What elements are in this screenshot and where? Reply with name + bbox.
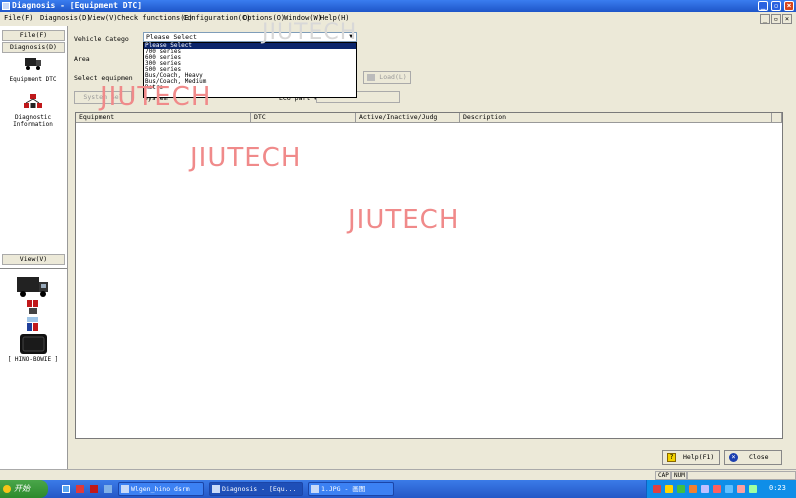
dtc-table[interactable]: Equipment DTC Active/Inactive/Judg Descr… [75, 112, 783, 439]
task-app-icon [311, 485, 319, 493]
diagnostic-information-label: Diagnostic Information [13, 114, 53, 128]
quicklaunch-app-icon[interactable] [76, 485, 84, 493]
tray-app-icon[interactable] [689, 485, 697, 493]
tray-display-icon[interactable] [725, 485, 733, 493]
maximize-icon[interactable]: ▫ [771, 1, 781, 11]
column-header-description[interactable]: Description [460, 113, 772, 123]
window-title-bar[interactable]: Diagnosis - [Equipment DTC] _ ▫ × [0, 0, 796, 12]
select-equipment-label: Select equipmen [74, 74, 133, 82]
menu-item-configuration[interactable]: Configuration(C) [183, 12, 250, 25]
vehicle-category-select[interactable]: Please Select ▼ [143, 32, 357, 42]
bottom-button-bar: ? Help(F1) × Close [70, 446, 784, 468]
task-label: Wlgen_hino dsrm [131, 485, 190, 493]
clock: 0:23 [769, 484, 786, 492]
tray-antivirus-icon[interactable] [713, 485, 721, 493]
status-empty [687, 471, 796, 480]
ecu-blue-icon[interactable] [27, 317, 39, 331]
tray-security-icon[interactable] [653, 485, 661, 493]
vehicle-category-value: Please Select [146, 33, 197, 41]
task-diagnosis[interactable]: Diagnosis - [Equ... [209, 482, 303, 496]
close-icon[interactable]: × [784, 1, 794, 11]
vehicle-category-label: Vehicle Catego [74, 35, 129, 43]
cancel-icon: × [729, 453, 738, 462]
module-icon[interactable] [20, 334, 47, 354]
load-button[interactable]: Load(L) [363, 71, 411, 84]
app-icon [2, 2, 10, 10]
help-button[interactable]: ? Help(F1) [662, 450, 720, 465]
taskbar: 开始 Wlgen_hino dsrm Diagnosis - [Equ... 1… [0, 480, 796, 498]
column-header-status[interactable]: Active/Inactive/Judg [356, 113, 460, 123]
menu-item-options[interactable]: Options(O) [243, 12, 285, 25]
menu-bar: File(F) Diagnosis(D) View(V) Check funct… [0, 12, 796, 25]
task-app-icon [121, 485, 129, 493]
close-button[interactable]: × Close [724, 450, 782, 465]
start-button[interactable]: 开始 [0, 480, 48, 498]
start-label: 开始 [14, 484, 30, 493]
status-cap: CAP [655, 471, 671, 480]
system-select-button[interactable]: System Sel [74, 91, 132, 104]
menu-item-view[interactable]: View(V) [88, 12, 118, 25]
ecu-red-icon[interactable] [27, 300, 39, 314]
task-app-icon [212, 485, 220, 493]
task-wlgen[interactable]: Wlgen_hino dsrm [118, 482, 204, 496]
help-icon: ? [667, 453, 676, 462]
hino-bowie-label: [ HINO-BOWIE ] [7, 356, 59, 363]
view-panel-header[interactable]: View(V) [2, 254, 65, 265]
area-label: Area [74, 55, 90, 63]
tray-volume-icon[interactable] [701, 485, 709, 493]
diagnostic-network-icon [24, 94, 42, 108]
task-paint[interactable]: 1.JPG - 画图 [308, 482, 394, 496]
status-num: NUM [671, 471, 687, 480]
equipment-dtc-label: Equipment DTC [9, 76, 57, 83]
truck-icon[interactable] [17, 276, 49, 298]
panel-divider [0, 268, 67, 269]
column-header-dtc[interactable]: DTC [251, 113, 356, 123]
tray-update-icon[interactable] [677, 485, 685, 493]
file-panel-header[interactable]: File(F) [2, 30, 65, 41]
menu-item-help[interactable]: Help(H) [320, 12, 350, 25]
vehicle-category-dropdown-list[interactable]: Please Select 700 series 600 series 300 … [143, 42, 357, 98]
system-select-label: System Sel [83, 93, 123, 101]
quicklaunch-desktop-icon[interactable] [62, 485, 70, 493]
menu-item-check-functions[interactable]: Check functions(E) [117, 12, 193, 25]
column-header-equipment[interactable]: Equipment [76, 113, 251, 123]
windows-logo-icon [3, 485, 11, 493]
load-icon [367, 74, 375, 81]
chevron-down-icon[interactable]: ▼ [347, 33, 355, 41]
system-tray: 0:23 [646, 480, 796, 498]
mdi-close-icon[interactable]: × [782, 14, 792, 24]
quicklaunch-media-icon[interactable] [90, 485, 98, 493]
left-panel: File(F) Diagnosis(D) Equipment DTC Diagn… [0, 26, 68, 469]
mdi-minimize-icon[interactable]: _ [760, 14, 770, 24]
tray-input-icon[interactable] [737, 485, 745, 493]
dropdown-option[interactable]: Retro [144, 85, 356, 91]
menu-item-window[interactable]: Window(W) [284, 12, 322, 25]
window-title: Diagnosis - [Equipment DTC] [12, 1, 143, 10]
tray-network-icon[interactable] [665, 485, 673, 493]
diagnosis-panel-header[interactable]: Diagnosis(D) [2, 42, 65, 53]
task-label: 1.JPG - 画图 [321, 485, 366, 493]
column-header-filler [772, 113, 782, 123]
mdi-restore-icon[interactable]: ▫ [771, 14, 781, 24]
menu-item-file[interactable]: File(F) [4, 12, 34, 25]
minimize-icon[interactable]: _ [758, 1, 768, 11]
menu-item-diagnosis[interactable]: Diagnosis(D) [40, 12, 91, 25]
task-label: Diagnosis - [Equ... [222, 485, 297, 493]
status-bar: CAP NUM [0, 469, 796, 480]
truck-dtc-icon [25, 58, 41, 70]
quicklaunch-ie-icon[interactable] [104, 485, 112, 493]
tray-usb-icon[interactable] [749, 485, 757, 493]
